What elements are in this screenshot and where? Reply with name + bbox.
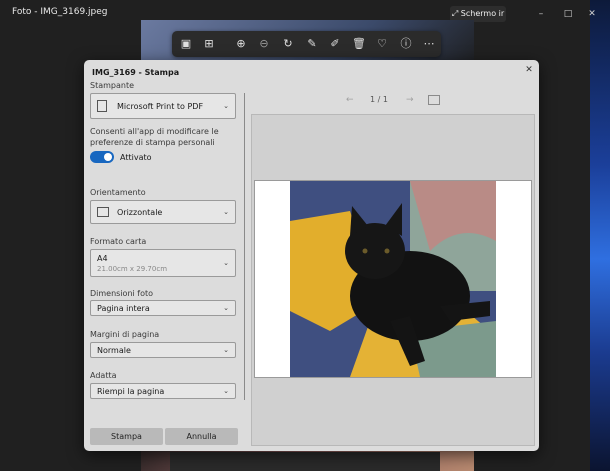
chevron-down-icon: ⌄ <box>223 387 229 395</box>
filmstrip <box>170 452 440 471</box>
permission-toggle[interactable] <box>90 151 114 163</box>
maximize-button[interactable]: □ <box>559 6 577 22</box>
zoom-in-icon[interactable]: ⊕ <box>231 34 251 54</box>
printer-value: Microsoft Print to PDF <box>117 102 204 111</box>
preview-page <box>254 180 532 378</box>
chevron-down-icon: ⌄ <box>223 102 229 110</box>
edit-icon[interactable]: ✎ <box>302 34 322 54</box>
orientation-value: Orizzontale <box>117 208 163 217</box>
toggle-state: Attivato <box>120 153 152 162</box>
chevron-down-icon: ⌄ <box>223 346 229 354</box>
chevron-down-icon: ⌄ <box>223 259 229 267</box>
next-page-icon[interactable]: → <box>406 95 414 105</box>
fit-select[interactable]: Riempi la pagina ⌄ <box>90 383 236 399</box>
paper-value: A4 <box>97 254 108 263</box>
cat-photo-illustration <box>290 181 496 377</box>
printer-label: Stampante <box>90 81 135 90</box>
permission-text: Consenti all'app di modificare le prefer… <box>90 127 219 147</box>
orientation-label: Orientamento <box>90 188 146 197</box>
fit-label: Adatta <box>90 371 117 380</box>
delete-icon[interactable]: 🗑 <box>349 34 369 54</box>
photo-toolbar: ▣ ⊞ ⊕ ⊖ ↻ ✎ ✐ 🗑 ♡ ⓘ ⋯ <box>172 31 441 57</box>
paper-dimensions: 21.00cm x 29.70cm <box>97 265 168 273</box>
previous-page-icon[interactable]: ← <box>346 95 354 105</box>
image-icon[interactable]: ▣ <box>176 34 196 54</box>
fit-to-window-icon[interactable] <box>428 95 440 105</box>
fullscreen-label: Schermo ir <box>460 9 505 18</box>
print-dialog: IMG_3169 - Stampa ✕ Stampante Microsoft … <box>84 60 539 451</box>
crop-icon[interactable]: ⊞ <box>199 34 219 54</box>
chevron-down-icon: ⌄ <box>223 208 229 216</box>
draw-icon[interactable]: ✐ <box>325 34 345 54</box>
close-window-button[interactable]: ✕ <box>583 6 601 22</box>
landscape-icon <box>97 207 109 217</box>
expand-icon: ⤢ <box>451 9 461 18</box>
photo-size-label: Dimensioni foto <box>90 289 154 298</box>
page-counter: 1 / 1 <box>370 95 388 104</box>
print-button[interactable]: Stampa <box>90 428 163 445</box>
margins-select[interactable]: Normale ⌄ <box>90 342 236 358</box>
dialog-title: IMG_3169 - Stampa <box>92 68 180 77</box>
zoom-out-icon[interactable]: ⊖ <box>254 34 274 54</box>
more-icon[interactable]: ⋯ <box>419 34 439 54</box>
paper-select[interactable]: A4 21.00cm x 29.70cm ⌄ <box>90 249 236 277</box>
fit-value: Riempi la pagina <box>97 387 165 396</box>
close-dialog-button[interactable]: ✕ <box>522 63 536 77</box>
rotate-icon[interactable]: ↻ <box>278 34 298 54</box>
panel-scrollbar[interactable] <box>244 93 245 400</box>
preview-photo <box>290 181 496 377</box>
toggle-knob <box>104 153 112 161</box>
photo-size-value: Pagina intera <box>97 304 150 313</box>
printer-select[interactable]: Microsoft Print to PDF ⌄ <box>90 93 236 119</box>
photo-size-select[interactable]: Pagina intera ⌄ <box>90 300 236 316</box>
margins-label: Margini di pagina <box>90 330 160 339</box>
paper-label: Formato carta <box>90 237 147 246</box>
info-icon[interactable]: ⓘ <box>396 34 416 54</box>
favorite-icon[interactable]: ♡ <box>372 34 392 54</box>
printer-icon <box>97 100 107 112</box>
chevron-down-icon: ⌄ <box>223 304 229 312</box>
desktop-wallpaper <box>590 0 610 471</box>
minimize-button[interactable]: – <box>532 6 550 22</box>
margins-value: Normale <box>97 346 131 355</box>
orientation-select[interactable]: Orizzontale ⌄ <box>90 200 236 224</box>
cancel-button[interactable]: Annulla <box>165 428 238 445</box>
app-title: Foto - IMG_3169.jpeg <box>12 7 108 17</box>
